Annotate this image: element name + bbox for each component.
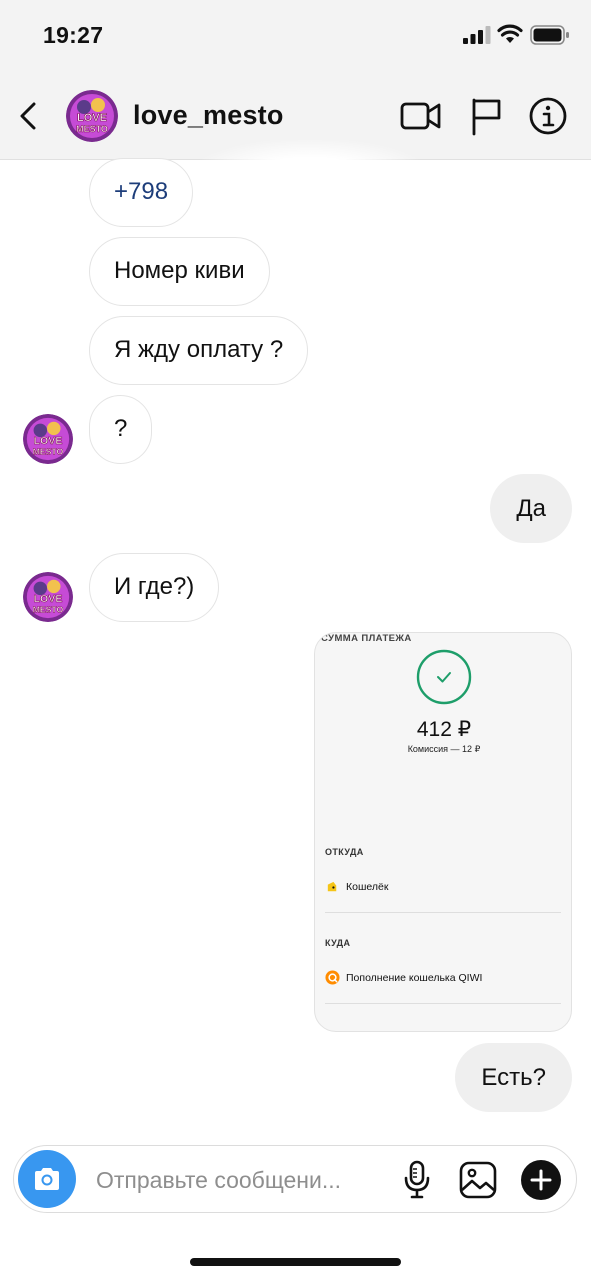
battery-icon	[530, 25, 569, 45]
avatar[interactable]: LOVE MESTO	[66, 90, 118, 142]
message-text: +798	[114, 178, 169, 205]
message-bubble-incoming[interactable]: +798	[89, 158, 194, 227]
back-chevron-icon[interactable]	[14, 96, 44, 136]
signal-icon	[463, 26, 491, 44]
payment-screenshot[interactable]: СУММА ПЛАТЕЖА 412 ₽ Комиссия — 12 ₽ ОТКУ…	[314, 632, 572, 1032]
camera-button[interactable]	[18, 1150, 76, 1208]
avatar-logo-top: LOVE	[34, 593, 63, 605]
chat-username[interactable]: love_mesto	[133, 100, 284, 131]
divider	[325, 1003, 561, 1004]
avatar-logo-bottom: MESTO	[76, 124, 108, 134]
message-composer	[13, 1145, 577, 1213]
wallet-icon	[327, 881, 337, 892]
to-row: Пополнение кошелька QIWI	[325, 970, 482, 985]
from-value: Кошелёк	[346, 880, 389, 893]
message-bubble-incoming[interactable]: Я жду оплату ?	[89, 316, 309, 385]
message-text: И где?)	[114, 573, 195, 600]
message-bubble-incoming[interactable]: И где?)	[89, 553, 220, 622]
from-label: ОТКУДА	[325, 847, 364, 857]
plus-icon[interactable]	[520, 1159, 562, 1201]
avatar-logo-top: LOVE	[34, 435, 63, 447]
message-text: Да	[516, 495, 546, 522]
flag-icon[interactable]	[469, 96, 503, 136]
message-text: Я жду оплату ?	[114, 336, 284, 363]
message-bubble-outgoing[interactable]: Да	[490, 474, 572, 543]
to-value: Пополнение кошелька QIWI	[346, 971, 483, 984]
payment-amount-label: СУММА ПЛАТЕЖА	[321, 633, 412, 644]
info-icon[interactable]	[528, 96, 568, 136]
message-bubble-outgoing[interactable]: Есть?	[455, 1043, 572, 1112]
message-text: ?	[114, 415, 128, 442]
status-bar: 19:27	[0, 0, 591, 76]
from-row: Кошелёк	[325, 879, 388, 894]
qiwi-logo-icon	[325, 970, 340, 985]
wifi-icon	[497, 24, 523, 43]
gallery-icon[interactable]	[458, 1160, 498, 1200]
to-label: КУДА	[325, 938, 351, 948]
divider	[325, 912, 561, 913]
microphone-icon[interactable]	[402, 1160, 432, 1200]
redaction-blur	[190, 140, 430, 220]
status-time: 19:27	[43, 22, 104, 48]
video-call-icon[interactable]	[400, 98, 442, 134]
camera-icon	[35, 1168, 59, 1190]
payment-amount: 412 ₽	[416, 718, 472, 741]
message-text: Есть?	[481, 1064, 546, 1091]
message-bubble-incoming[interactable]: ?	[89, 395, 153, 464]
success-check-icon	[416, 649, 472, 705]
message-text: Номер киви	[114, 257, 245, 284]
payment-fee: Комиссия — 12 ₽	[407, 744, 481, 754]
message-bubble-incoming[interactable]: Номер киви	[89, 237, 270, 306]
avatar-logo-top: LOVE	[77, 112, 107, 124]
home-indicator	[190, 1258, 401, 1266]
avatar-logo-bottom: MESTO	[33, 446, 64, 456]
sender-avatar[interactable]: LOVE MESTO	[23, 572, 73, 622]
avatar-logo-bottom: MESTO	[33, 604, 64, 614]
sender-avatar[interactable]: LOVE MESTO	[23, 414, 73, 464]
message-input[interactable]	[96, 1160, 386, 1200]
